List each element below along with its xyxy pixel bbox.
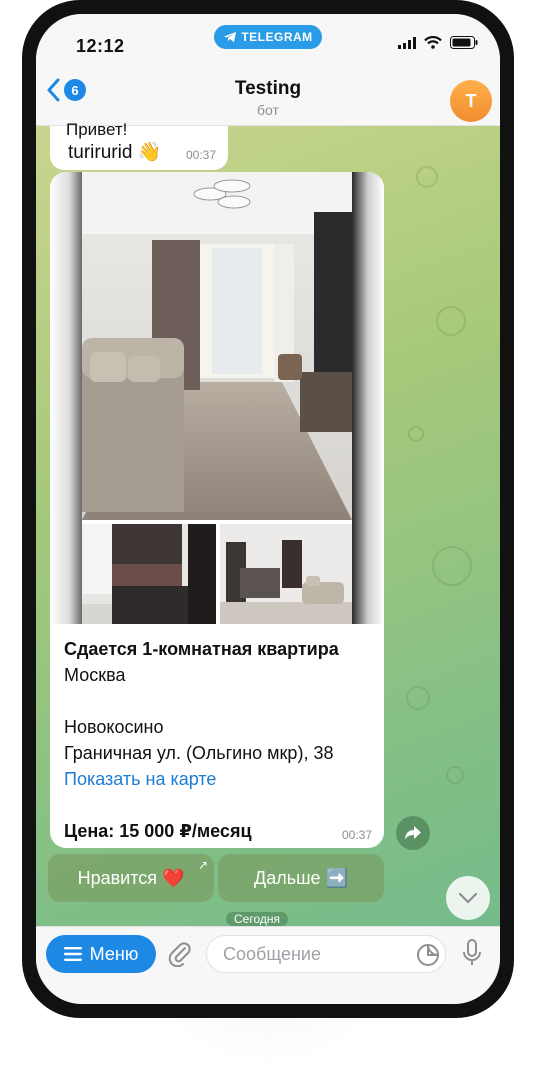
- listing-title: Сдается 1-комнатная квартира: [64, 639, 339, 659]
- date-chip: Сегодня: [226, 912, 288, 926]
- microphone-icon: [463, 939, 481, 965]
- listing-price: Цена: 15 000 ₽/месяц: [64, 821, 252, 841]
- message-input[interactable]: [206, 935, 446, 973]
- share-button[interactable]: [396, 816, 430, 850]
- attach-button[interactable]: [168, 941, 192, 972]
- pattern-doodle: [436, 306, 466, 336]
- chat-subtitle: бот: [257, 102, 279, 118]
- photo-kitchen[interactable]: [82, 524, 216, 624]
- chevron-down-icon: [458, 892, 478, 904]
- menu-button-label: Меню: [89, 943, 139, 964]
- avatar[interactable]: T: [450, 80, 492, 122]
- like-button-label: Нравится ❤️: [77, 867, 185, 888]
- menu-icon: [63, 947, 82, 961]
- menu-button[interactable]: Меню: [46, 935, 156, 973]
- screen: 12:12 TELEGRAM 6 Testing бот T Привет! t…: [36, 14, 500, 1004]
- message-text-partial: Привет!: [66, 120, 128, 139]
- mic-button[interactable]: [462, 939, 482, 972]
- photo-album[interactable]: [50, 172, 384, 624]
- status-time: 12:12: [76, 36, 125, 56]
- message-time: 00:37: [341, 828, 372, 842]
- listing-district: Новокосино: [64, 717, 164, 737]
- external-link-icon: ↗: [197, 858, 208, 872]
- status-bar: 12:12 TELEGRAM: [36, 14, 500, 68]
- status-icons: [398, 36, 478, 49]
- album-shade-left: [50, 172, 82, 624]
- message-bubble-listing: Сдается 1-комнатная квартира Москва Ново…: [50, 172, 384, 848]
- next-button-label: Дальше ➡️: [254, 867, 348, 888]
- phone-frame: 12:12 TELEGRAM 6 Testing бот T Привет! t…: [22, 0, 514, 1018]
- listing-city: Москва: [64, 665, 126, 685]
- message-time: 00:37: [185, 148, 216, 162]
- input-bar: Меню: [36, 926, 500, 1004]
- sticker-button[interactable]: [416, 943, 440, 972]
- listing-text: Сдается 1-комнатная квартира Москва Ново…: [64, 636, 374, 844]
- message-bubble-greeting: Привет! turirurid 👋 00:37: [50, 120, 228, 170]
- like-button[interactable]: Нравится ❤️ ↗: [48, 854, 214, 902]
- listing-blank-2: [64, 792, 374, 818]
- telegram-icon: [224, 32, 237, 42]
- album-shade-right: [352, 172, 384, 624]
- paperclip-icon: [168, 942, 191, 968]
- map-link[interactable]: Показать на карте: [64, 766, 374, 792]
- message-text-name: turirurid 👋: [68, 142, 162, 163]
- pattern-doodle: [408, 426, 424, 442]
- forward-icon: [405, 826, 421, 840]
- scroll-down-button[interactable]: [446, 876, 490, 920]
- chat-title: Testing: [234, 78, 302, 99]
- sticker-icon: [417, 944, 439, 966]
- listing-address: Граничная ул. (Ольгино мкр), 38: [64, 743, 334, 763]
- photo-room[interactable]: [220, 524, 352, 624]
- pattern-doodle: [432, 546, 472, 586]
- pattern-doodle: [416, 166, 438, 188]
- listing-blank: [64, 688, 374, 714]
- next-button[interactable]: Дальше ➡️: [218, 854, 384, 902]
- chat-header: 6 Testing бот T: [36, 68, 500, 126]
- photo-living-room[interactable]: [82, 172, 352, 520]
- battery-icon: [450, 36, 478, 49]
- wifi-icon: [424, 36, 442, 49]
- pattern-doodle: [446, 766, 464, 784]
- pattern-doodle: [406, 686, 430, 710]
- signal-icon: [398, 36, 416, 49]
- telegram-pill-label: TELEGRAM: [241, 30, 313, 44]
- telegram-pill[interactable]: TELEGRAM: [214, 25, 322, 49]
